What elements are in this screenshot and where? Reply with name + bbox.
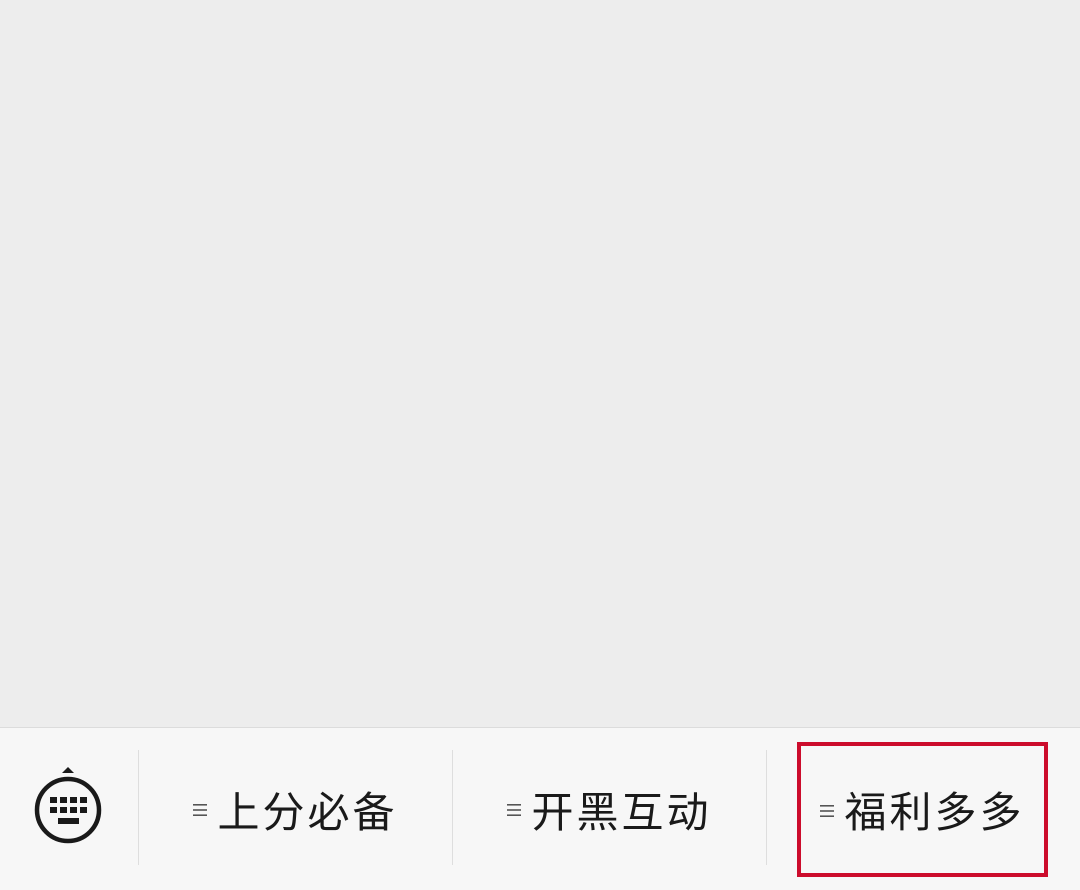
menu-lines-icon	[507, 804, 522, 816]
menu-item-fuli[interactable]: 福利多多	[797, 742, 1048, 877]
menu-item-kaihei[interactable]: 开黑互动	[453, 728, 766, 890]
menu-item-shangfen[interactable]: 上分必备	[139, 728, 452, 890]
menu-lines-icon	[193, 804, 208, 816]
keyboard-toggle-button[interactable]	[0, 728, 139, 890]
chat-content-area	[0, 0, 1080, 727]
menu-item-label: 福利多多	[844, 788, 1025, 837]
bottom-menu-bar: 上分必备 开黑互动 福利多多	[0, 727, 1080, 890]
menu-item-label: 上分必备	[217, 787, 398, 837]
menu-lines-icon	[820, 804, 835, 817]
keyboard-icon	[34, 767, 102, 844]
menu-item-label: 开黑互动	[531, 787, 712, 837]
menu-divider	[766, 750, 767, 865]
